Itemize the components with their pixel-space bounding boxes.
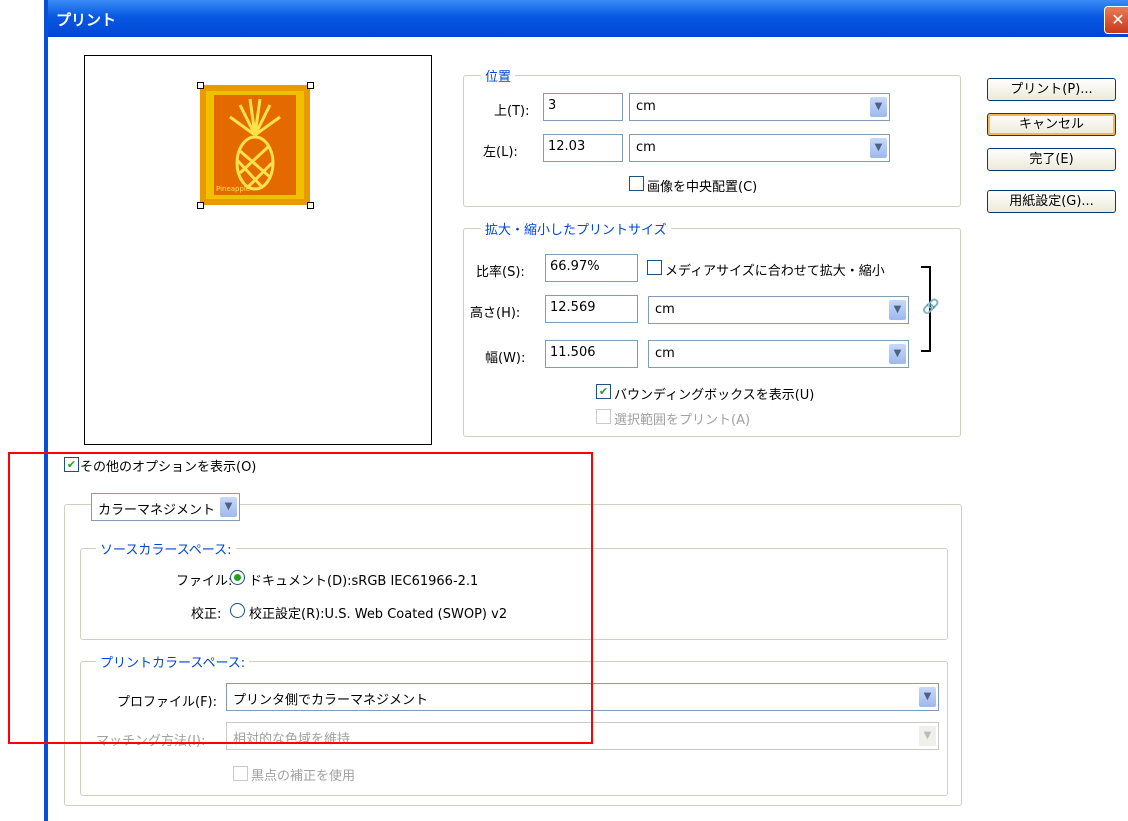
cancel-button[interactable]: キャンセル	[987, 113, 1116, 136]
pineapple-image[interactable]: Pineapple	[200, 85, 310, 205]
left-unit-select[interactable]: cm ▼	[629, 134, 890, 162]
black-point-checkbox	[233, 766, 248, 781]
resize-handle[interactable]	[197, 82, 204, 89]
chain-link-icon[interactable]: 🔗	[922, 299, 939, 315]
svg-text:Pineapple: Pineapple	[216, 185, 250, 193]
left-input[interactable]: 12.03	[543, 134, 623, 162]
scale-label: 比率(S):	[476, 265, 525, 280]
top-input[interactable]: 3	[543, 93, 623, 121]
print-preview: Pineapple	[84, 55, 432, 445]
bounding-box-label: バウンディングボックスを表示(U)	[614, 388, 815, 403]
width-input[interactable]: 11.506	[545, 340, 638, 368]
dropdown-arrow-icon[interactable]: ▼	[870, 97, 887, 117]
left-unit-value: cm	[636, 140, 656, 155]
top-unit-select[interactable]: cm ▼	[629, 93, 890, 121]
top-label: 上(T):	[494, 104, 530, 119]
dropdown-arrow-icon: ▼	[919, 726, 936, 746]
print-button[interactable]: プリント(P)...	[987, 78, 1116, 101]
print-selection-checkbox	[596, 409, 611, 424]
height-unit-value: cm	[655, 302, 675, 317]
bounding-box-checkbox[interactable]: ✔	[596, 384, 611, 399]
black-point-label: 黒点の補正を使用	[251, 769, 356, 784]
width-label: 幅(W):	[485, 351, 526, 366]
dropdown-arrow-icon[interactable]: ▼	[889, 344, 906, 364]
title-bar[interactable]	[48, 0, 1128, 37]
center-image-checkbox[interactable]	[629, 176, 644, 191]
height-unit-select[interactable]: cm ▼	[648, 296, 909, 324]
top-unit-value: cm	[636, 99, 656, 114]
resize-handle[interactable]	[197, 202, 204, 209]
fit-media-checkbox[interactable]	[647, 260, 662, 275]
dropdown-arrow-icon[interactable]: ▼	[919, 687, 936, 707]
highlight-annotation	[8, 452, 593, 744]
scaled-size-group-title: 拡大・縮小したプリントサイズ	[481, 219, 671, 238]
fit-media-label: メディアサイズに合わせて拡大・縮小	[665, 264, 885, 279]
print-selection-label: 選択範囲をプリント(A)	[614, 413, 751, 428]
resize-handle[interactable]	[307, 202, 314, 209]
position-group-title: 位置	[481, 66, 516, 85]
width-unit-select[interactable]: cm ▼	[648, 340, 909, 368]
height-input[interactable]: 12.569	[545, 295, 638, 323]
height-label: 高さ(H):	[470, 306, 521, 321]
done-button[interactable]: 完了(E)	[987, 148, 1116, 171]
center-image-label: 画像を中央配置(C)	[647, 180, 758, 195]
scale-input[interactable]: 66.97%	[545, 254, 638, 282]
dropdown-arrow-icon[interactable]: ▼	[870, 138, 887, 158]
page-setup-button[interactable]: 用紙設定(G)...	[987, 190, 1116, 213]
width-unit-value: cm	[655, 346, 675, 361]
resize-handle[interactable]	[307, 82, 314, 89]
window-title: プリント	[56, 11, 117, 29]
close-icon[interactable]: ✕	[1104, 6, 1128, 34]
dropdown-arrow-icon[interactable]: ▼	[889, 300, 906, 320]
left-label: 左(L):	[483, 145, 518, 160]
